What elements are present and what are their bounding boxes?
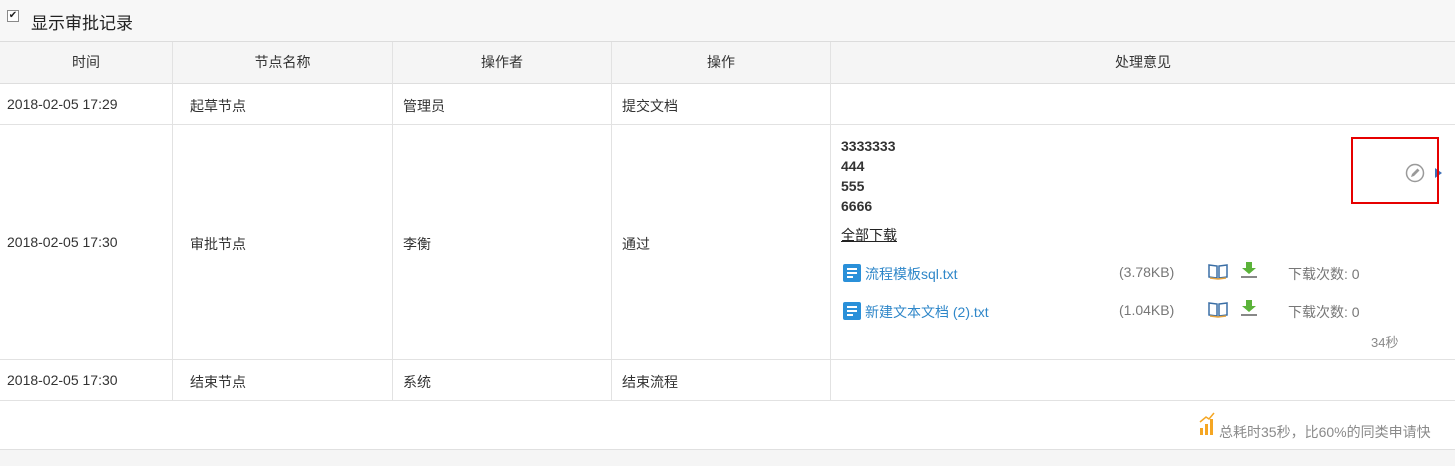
attachment-size: (1.04KB) — [1119, 302, 1175, 318]
column-divider — [611, 42, 612, 401]
row-operator: 管理员 — [403, 98, 445, 114]
attachment-name-link[interactable]: 流程模板sql.txt — [865, 264, 958, 284]
download-icon[interactable] — [1240, 261, 1258, 279]
show-records-label: 显示审批记录 — [31, 14, 133, 33]
row-time: 2018-02-05 17:30 — [7, 372, 118, 388]
table-header: 时间 节点名称 操作者 操作 处理意见 — [0, 42, 1455, 84]
column-divider — [830, 42, 831, 401]
highlight-box — [1351, 137, 1439, 204]
row-time: 2018-02-05 17:29 — [7, 96, 118, 112]
row-node-name: 起草节点 — [190, 98, 246, 114]
download-count: 下载次数: 0 — [1288, 304, 1360, 320]
row-action: 结束流程 — [622, 374, 678, 390]
row-action: 提交文档 — [622, 98, 678, 114]
column-header-opinion: 处理意见 — [1115, 54, 1171, 70]
file-icon — [843, 302, 861, 320]
row-time: 2018-02-05 17:30 — [7, 234, 118, 250]
file-icon — [843, 264, 861, 282]
opinion-line: 555 — [841, 178, 865, 194]
column-header-time: 时间 — [72, 54, 100, 70]
footer-bar — [0, 449, 1455, 466]
row-operator: 李衡 — [403, 236, 431, 252]
preview-book-icon[interactable] — [1208, 300, 1228, 318]
opinion-line: 6666 — [841, 198, 873, 214]
total-time-summary: 总耗时35秒，比60%的同类申请快 — [1219, 424, 1431, 440]
column-header-node-name: 节点名称 — [254, 54, 311, 70]
row-divider — [0, 359, 1455, 360]
row-divider — [0, 124, 1455, 125]
column-divider — [172, 42, 173, 401]
show-records-checkbox[interactable]: ✔ — [7, 10, 19, 22]
column-header-action: 操作 — [707, 54, 735, 70]
opinion-text: 3333333 444 555 6666 — [841, 136, 896, 216]
approval-record-toggle-bar: ✔ 显示审批记录 — [0, 0, 1455, 42]
bar-chart-icon — [1199, 412, 1215, 435]
row-node-name: 审批节点 — [190, 236, 246, 252]
opinion-line: 444 — [841, 158, 865, 174]
download-all-link[interactable]: 全部下载 — [841, 225, 897, 245]
row-operator: 系统 — [403, 374, 431, 390]
attachment-size: (3.78KB) — [1119, 264, 1175, 280]
elapsed-time: 34秒 — [1371, 335, 1399, 350]
row-divider — [0, 400, 1455, 401]
column-divider — [392, 42, 393, 401]
column-header-operator: 操作者 — [481, 54, 523, 70]
download-icon[interactable] — [1240, 299, 1258, 317]
row-action: 通过 — [622, 236, 650, 252]
row-node-name: 结束节点 — [190, 374, 246, 390]
opinion-line: 3333333 — [841, 138, 896, 154]
download-count: 下载次数: 0 — [1288, 266, 1360, 282]
preview-book-icon[interactable] — [1208, 262, 1228, 280]
attachment-name-link[interactable]: 新建文本文档 (2).txt — [865, 302, 989, 322]
